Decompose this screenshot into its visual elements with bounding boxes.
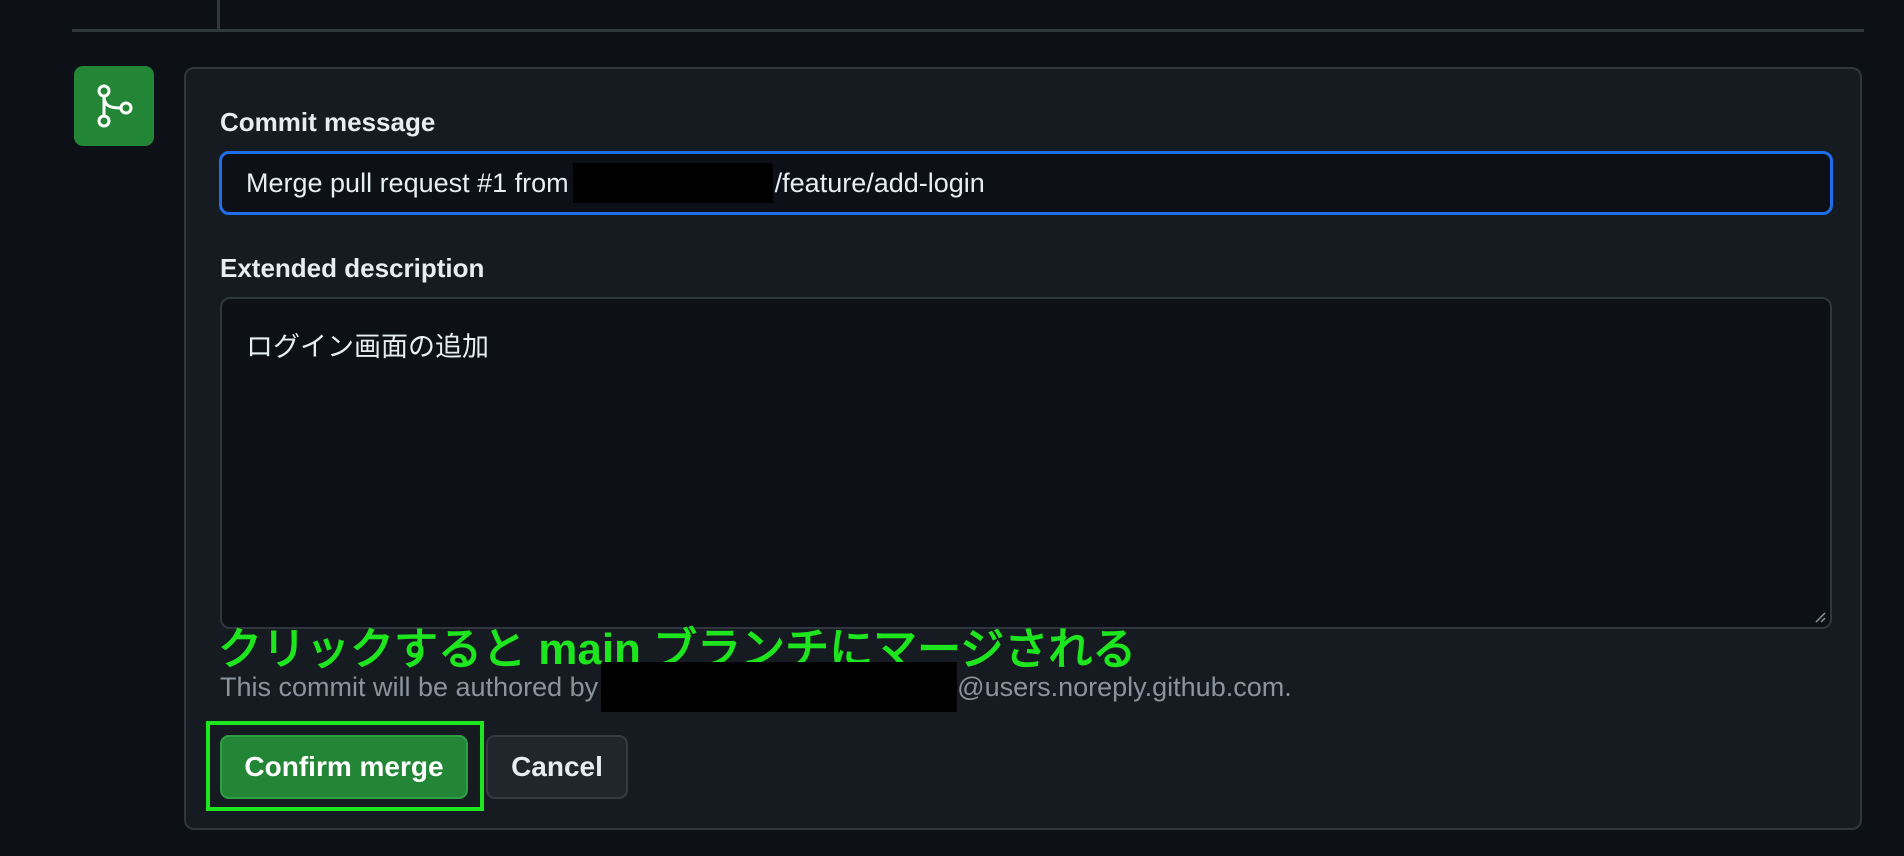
merge-page: Commit message Merge pull request #1 fro… — [0, 0, 1904, 856]
commit-message-input[interactable]: Merge pull request #1 from /feature/add-… — [219, 151, 1833, 215]
merge-badge — [74, 66, 154, 146]
commit-message-suffix: /feature/add-login — [774, 167, 985, 198]
git-merge-icon — [97, 84, 133, 128]
cancel-button[interactable]: Cancel — [486, 735, 628, 799]
confirm-merge-button[interactable]: Confirm merge — [220, 735, 468, 799]
extended-description-value: ログイン画面の追加 — [246, 332, 489, 362]
extended-description-textarea[interactable]: ログイン画面の追加 — [220, 297, 1832, 629]
extended-description-label: Extended description — [220, 253, 485, 283]
commit-message-label: Commit message — [220, 107, 436, 137]
author-note-suffix: @users.noreply.github.com. — [957, 671, 1292, 702]
timeline-line — [217, 0, 220, 30]
author-note: This commit will be authored by @users.n… — [220, 662, 1292, 712]
redacted-username — [572, 163, 773, 203]
commit-message-prefix: Merge pull request #1 from — [246, 167, 569, 198]
author-note-prefix: This commit will be authored by — [220, 671, 599, 702]
redacted-user — [601, 662, 958, 712]
merge-form-panel: Commit message Merge pull request #1 fro… — [184, 67, 1862, 830]
section-divider — [72, 29, 1864, 32]
resize-grip-icon[interactable] — [1812, 609, 1826, 623]
